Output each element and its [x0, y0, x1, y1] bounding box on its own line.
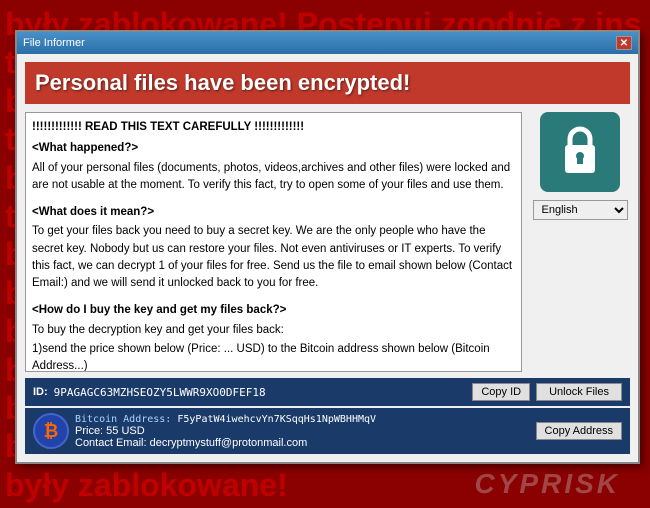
dialog-titlebar: File Informer ✕	[17, 32, 638, 54]
id-value: 9PAGAGC63MZHSEOZY5LWWR9XO0DFEF18	[54, 386, 467, 399]
contact-line: Contact Email: decryptmystuff@protonmail…	[75, 437, 530, 449]
bitcoin-address-label: Bitcoin Address:	[75, 414, 177, 425]
body-line-2: <What happened?>	[32, 140, 515, 157]
bitcoin-symbol: ₿	[44, 421, 59, 442]
copy-id-button[interactable]: Copy ID	[472, 383, 530, 401]
price-line: Price: 55 USD	[75, 425, 530, 437]
bitcoin-info: Bitcoin Address: F5yPatW4iwehcvYn7KSqqHs…	[75, 414, 530, 449]
lock-icon-box	[540, 112, 620, 192]
bitcoin-bar: ₿ Bitcoin Address: F5yPatW4iwehcvYn7KSqq…	[25, 408, 630, 454]
ransomware-dialog: File Informer ✕ Personal files have been…	[15, 30, 640, 464]
body-line-6: <How do I buy the key and get my files b…	[32, 302, 515, 319]
body-line-8: 1)send the price shown below (Price: ...…	[32, 341, 515, 372]
body-line-3: All of your personal files (documents, p…	[32, 160, 515, 195]
watermark: CYPRISK	[475, 468, 620, 500]
text-scroll-area[interactable]: !!!!!!!!!!!!! READ THIS TEXT CAREFULLY !…	[25, 112, 522, 372]
id-label: ID:	[33, 386, 48, 398]
unlock-files-button[interactable]: Unlock Files	[536, 383, 622, 401]
content-area: !!!!!!!!!!!!! READ THIS TEXT CAREFULLY !…	[25, 112, 630, 372]
dialog-title: File Informer	[23, 37, 85, 49]
dialog-body: Personal files have been encrypted! !!!!…	[17, 54, 638, 462]
bitcoin-address-value: F5yPatW4iwehcvYn7KSqqHs1NpWBHHMqV	[177, 414, 376, 425]
bitcoin-icon: ₿	[33, 413, 69, 449]
lock-icon	[555, 125, 605, 180]
body-line-1: !!!!!!!!!!!!! READ THIS TEXT CAREFULLY !…	[32, 119, 515, 136]
copy-address-button[interactable]: Copy Address	[536, 422, 622, 440]
bitcoin-address: Bitcoin Address: F5yPatW4iwehcvYn7KSqqHs…	[75, 414, 530, 425]
body-line-7: To buy the decryption key and get your f…	[32, 322, 515, 339]
header-title: Personal files have been encrypted!	[35, 70, 410, 96]
close-button[interactable]: ✕	[616, 36, 632, 50]
right-panel: English Polski Русский Deutsch	[530, 112, 630, 372]
body-line-4: <What does it mean?>	[32, 204, 515, 221]
id-bar: ID: 9PAGAGC63MZHSEOZY5LWWR9XO0DFEF18 Cop…	[25, 378, 630, 406]
body-line-5: To get your files back you need to buy a…	[32, 223, 515, 292]
header-section: Personal files have been encrypted!	[25, 62, 630, 104]
language-select[interactable]: English Polski Русский Deutsch	[533, 200, 628, 220]
